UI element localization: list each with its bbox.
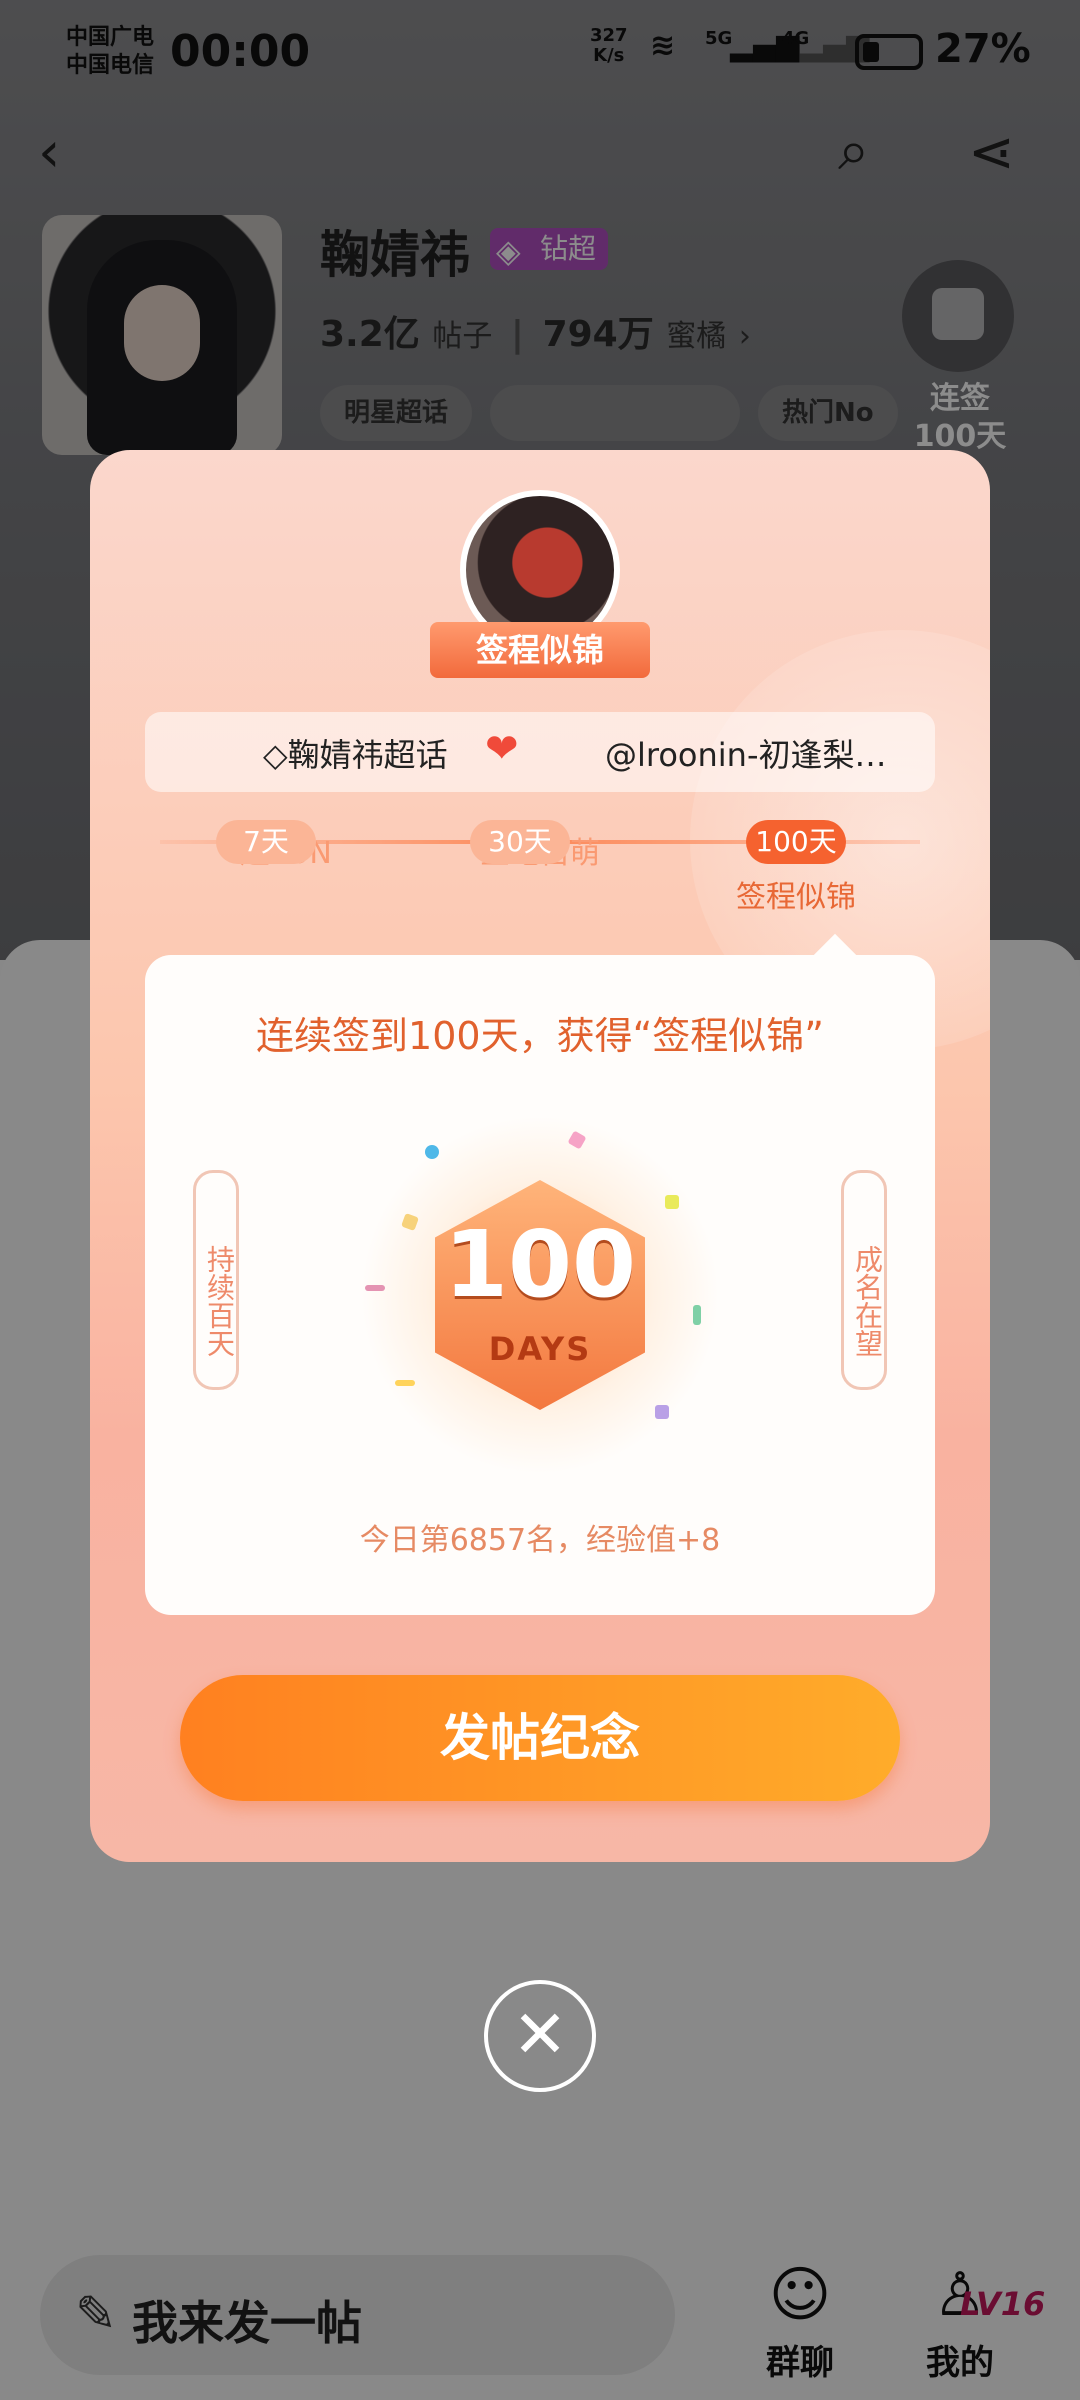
reward-card: 连续签到100天，获得“签程似锦” 持续百天 成名在望 100 DAYS 今日第… [145, 955, 935, 1615]
diamond-outline-icon: ◇ [263, 736, 288, 774]
rank-text: 今日第6857名，经验值+8 [359, 1523, 721, 1558]
heartbeat-line [455, 750, 585, 754]
heart-icon: ❤ [485, 726, 519, 772]
scroll-right: 成名在望 [841, 1170, 887, 1390]
milestone-100: 100天 签程似锦 [726, 820, 866, 916]
scroll-left: 持续百天 [193, 1170, 239, 1390]
close-icon[interactable]: ✕ [484, 1980, 596, 2092]
milestone-30: 30天 签地自萌 [470, 820, 610, 872]
reward-title: 连续签到100天，获得“签程似锦” [256, 1014, 824, 1058]
topic-name: ◇鞠婧祎超话 [263, 736, 448, 774]
checkin-reward-modal: 签程似锦 ◇鞠婧祎超话 ❤ @lroonin-初逢梨… 7天 超FUN 30天 … [90, 450, 990, 1862]
title-ribbon: 签程似锦 [412, 622, 668, 680]
user-handle: @lroonin-初逢梨… [605, 736, 887, 774]
post-commemorate-button[interactable]: 发帖纪念 [180, 1675, 900, 1801]
badge-days: DAYS [488, 1330, 592, 1368]
milestone-7: 7天 超FUN [216, 820, 356, 872]
pair-bar: ◇鞠婧祎超话 ❤ @lroonin-初逢梨… [145, 712, 935, 792]
